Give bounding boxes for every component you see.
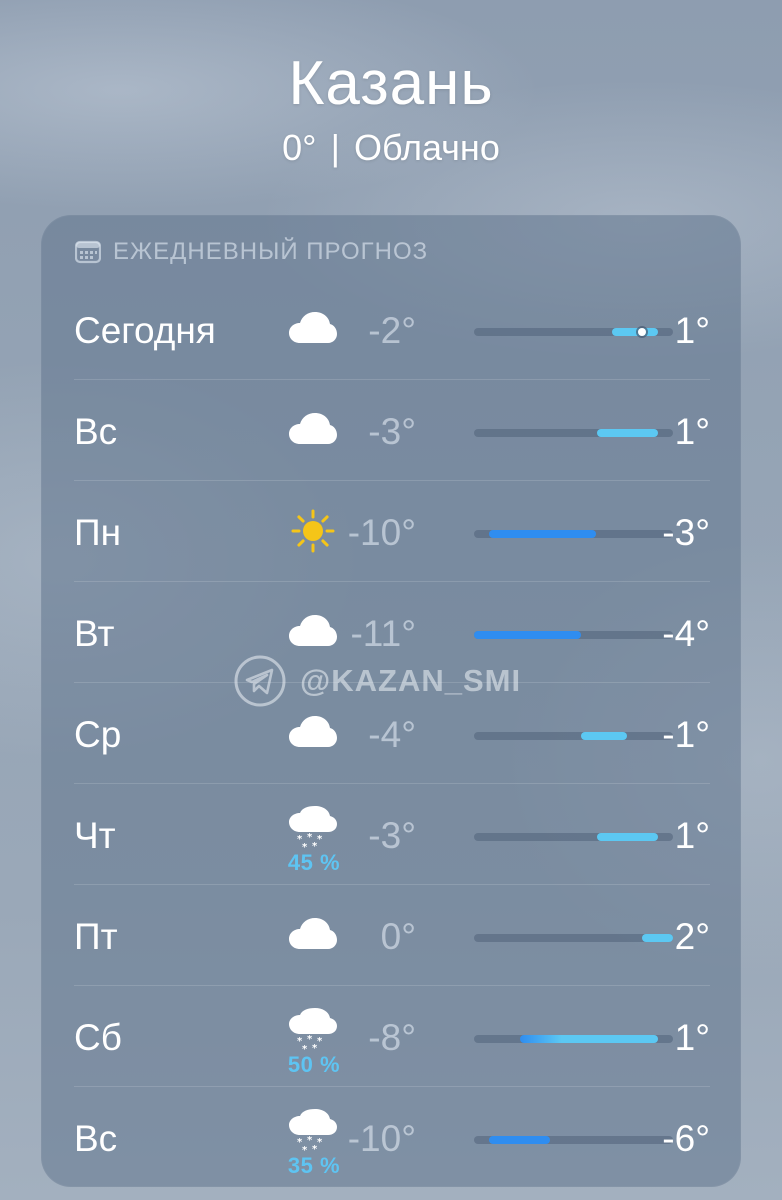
cloud-icon bbox=[289, 312, 337, 343]
day-label: Вт bbox=[74, 613, 115, 654]
svg-text:*: * bbox=[312, 841, 318, 850]
cloud-icon bbox=[289, 615, 337, 646]
weather-icon-cell: * * * * * 45 % bbox=[274, 806, 354, 876]
temperature-range-bar bbox=[474, 833, 673, 841]
svg-text:*: * bbox=[317, 834, 323, 845]
temperature-range-bar bbox=[474, 1136, 673, 1144]
svg-text:*: * bbox=[302, 1044, 308, 1052]
low-temperature: -2° bbox=[368, 310, 416, 351]
forecast-row[interactable]: Сб * * * * * 50 % -8° 1° bbox=[74, 986, 710, 1087]
temperature-range-fill bbox=[611, 328, 658, 336]
temperature-range-bar bbox=[474, 631, 673, 639]
temperature-range-fill bbox=[519, 1035, 658, 1043]
temperature-range-fill bbox=[489, 1136, 551, 1144]
svg-text:*: * bbox=[317, 1137, 323, 1148]
svg-text:*: * bbox=[312, 1043, 318, 1052]
temperature-range-bar bbox=[474, 732, 673, 740]
watermark-text: @KAZAN_SMI bbox=[300, 663, 522, 698]
temperature-range-fill bbox=[581, 732, 628, 740]
low-temperature: -10° bbox=[347, 1118, 416, 1159]
temperature-range-fill bbox=[642, 934, 673, 942]
high-temperature: 2° bbox=[674, 916, 710, 957]
temperature-range-bar bbox=[474, 1035, 673, 1043]
forecast-header: ЕЖЕДНЕВНЫЙ ПРОГНОЗ bbox=[75, 237, 428, 267]
temperature-range-bar bbox=[474, 530, 673, 538]
forecast-row[interactable]: Вс * * * * * 35 % -10° -6° bbox=[74, 1087, 710, 1188]
low-temperature: -11° bbox=[350, 613, 416, 654]
temperature-range-fill bbox=[489, 530, 597, 538]
day-label: Пт bbox=[74, 916, 118, 957]
temperature-range-bar bbox=[474, 429, 673, 437]
current-temperature: 0° bbox=[282, 127, 317, 168]
temperature-range-bar bbox=[474, 328, 673, 336]
weather-icon-cell bbox=[274, 301, 354, 371]
location-header: Казань 0° | Облачно bbox=[0, 48, 782, 170]
separator: | bbox=[330, 127, 340, 168]
weather-icon-cell bbox=[274, 907, 354, 977]
forecast-title: ЕЖЕДНЕВНЫЙ ПРОГНОЗ bbox=[113, 238, 429, 265]
day-label: Сб bbox=[74, 1017, 122, 1058]
high-temperature: 1° bbox=[674, 411, 710, 452]
low-temperature: -3° bbox=[368, 815, 416, 856]
day-label: Вс bbox=[74, 411, 118, 452]
svg-text:*: * bbox=[302, 842, 308, 850]
weather-icon-cell: * * * * * 35 % bbox=[274, 1109, 354, 1179]
watermark: @KAZAN_SMI bbox=[234, 654, 521, 708]
svg-text:*: * bbox=[312, 1144, 318, 1153]
day-label: Пн bbox=[74, 512, 122, 553]
city-name: Казань bbox=[288, 49, 494, 118]
calendar-icon bbox=[75, 240, 101, 264]
svg-text:*: * bbox=[302, 1145, 308, 1153]
snow-cloud-icon: * * ** * bbox=[289, 1008, 337, 1052]
temperature-range-fill bbox=[596, 429, 658, 437]
day-label: Сегодня bbox=[74, 310, 216, 351]
high-temperature: -4° bbox=[662, 613, 710, 654]
temperature-range-bar bbox=[474, 934, 673, 942]
high-temperature: -1° bbox=[662, 714, 710, 755]
high-temperature: -3° bbox=[662, 512, 710, 553]
cloud-icon bbox=[289, 413, 337, 444]
day-label: Ср bbox=[74, 714, 122, 755]
forecast-row[interactable]: Пт 0° 2° bbox=[74, 885, 710, 986]
low-temperature: -8° bbox=[368, 1017, 416, 1058]
snow-cloud-icon: * * ** * bbox=[289, 1109, 337, 1153]
snow-cloud-icon: * * ** * bbox=[289, 806, 337, 850]
day-label: Чт bbox=[74, 815, 116, 856]
svg-text:*: * bbox=[317, 1036, 323, 1047]
high-temperature: 1° bbox=[674, 1017, 710, 1058]
forecast-row[interactable]: Пн -10° -3° bbox=[74, 481, 710, 582]
temperature-range-fill bbox=[596, 833, 658, 841]
forecast-row[interactable]: Сегодня -2° 1° bbox=[74, 279, 710, 380]
forecast-row[interactable]: Вс -3° 1° bbox=[74, 380, 710, 481]
weather-icon-cell bbox=[274, 705, 354, 775]
high-temperature: -6° bbox=[662, 1118, 710, 1159]
telegram-icon bbox=[234, 655, 286, 707]
low-temperature: -10° bbox=[347, 512, 416, 553]
high-temperature: 1° bbox=[674, 310, 710, 351]
cloud-icon bbox=[289, 716, 337, 747]
weather-icon-cell bbox=[274, 503, 354, 573]
precipitation-chance: 35 % bbox=[287, 1153, 341, 1178]
current-conditions: 0° | Облачно bbox=[0, 126, 782, 170]
high-temperature: 1° bbox=[674, 815, 710, 856]
weather-icon-cell: * * * * * 50 % bbox=[274, 1008, 354, 1078]
low-temperature: -4° bbox=[368, 714, 416, 755]
forecast-row[interactable]: Чт * * * * * 45 % -3° 1° bbox=[74, 784, 710, 885]
precipitation-chance: 50 % bbox=[287, 1052, 341, 1077]
precipitation-chance: 45 % bbox=[287, 850, 341, 875]
sun-icon bbox=[291, 509, 335, 553]
day-label: Вс bbox=[74, 1118, 118, 1159]
weather-icon-cell bbox=[274, 402, 354, 472]
cloud-icon bbox=[289, 918, 337, 949]
current-condition: Облачно bbox=[353, 127, 500, 168]
temperature-range-fill bbox=[474, 631, 582, 639]
low-temperature: -3° bbox=[368, 411, 416, 452]
low-temperature: 0° bbox=[380, 916, 416, 957]
